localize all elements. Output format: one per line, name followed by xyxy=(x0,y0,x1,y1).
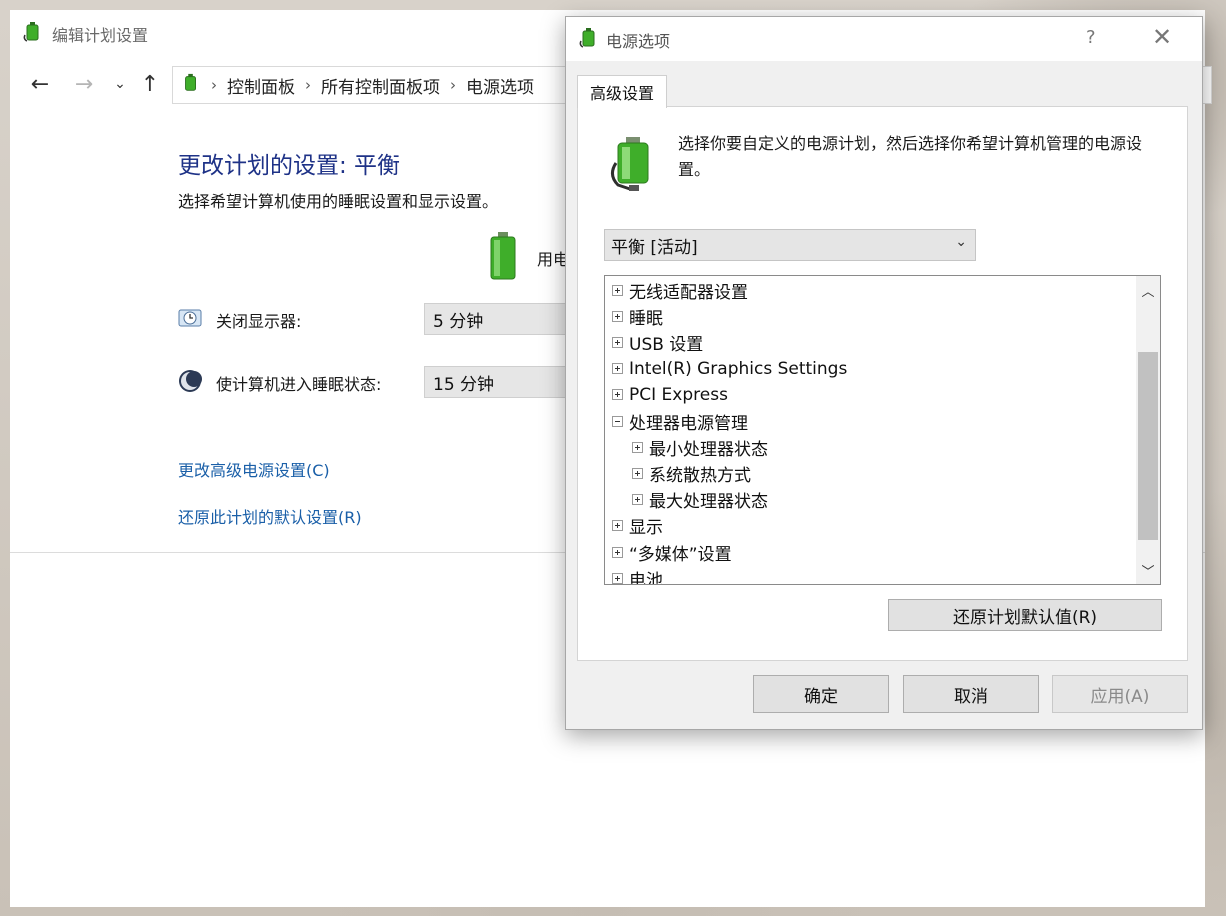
tree-item-label: “多媒体”设置 xyxy=(629,544,732,565)
tree-item-label: 电池 xyxy=(629,570,663,585)
expand-plus-icon[interactable] xyxy=(612,546,623,558)
tree-item-label: PCI Express xyxy=(629,384,728,405)
restore-plan-defaults-button[interactable]: 还原计划默认值(R) xyxy=(888,599,1162,631)
breadcrumb-separator-icon: › xyxy=(211,76,217,94)
tree-item-label: 最大处理器状态 xyxy=(649,492,768,513)
window-titlebar: 编辑计划设置 xyxy=(22,22,148,46)
up-arrow-icon[interactable]: ↑ xyxy=(136,62,164,106)
close-icon[interactable]: ✕ xyxy=(1152,23,1172,51)
chevron-down-icon: ⌄ xyxy=(955,234,967,250)
power-options-dialog: 电源选项 ? ✕ 高级设置 选择你要自定义的电源计划，然后选择你希望计算机管理的… xyxy=(565,16,1203,730)
dialog-title-group: 电源选项 xyxy=(578,27,670,53)
apply-button[interactable]: 应用(A) xyxy=(1052,675,1188,713)
intro-text: 选择你要自定义的电源计划，然后选择你希望计算机管理的电源设置。 xyxy=(678,134,1143,179)
collapse-minus-icon[interactable] xyxy=(612,415,623,427)
expand-plus-icon[interactable] xyxy=(612,363,623,375)
ok-button[interactable]: 确定 xyxy=(753,675,889,713)
tree-item-label: 睡眠 xyxy=(629,308,663,329)
tree-item-label: 最小处理器状态 xyxy=(649,439,768,460)
tree-item[interactable]: 睡眠 xyxy=(612,303,663,329)
tree-item[interactable]: 处理器电源管理 xyxy=(612,408,748,434)
monitor-clock-icon xyxy=(178,306,202,334)
expand-plus-icon[interactable] xyxy=(612,336,623,348)
scroll-down-icon[interactable]: ﹀ xyxy=(1140,560,1156,580)
battery-icon xyxy=(488,232,518,284)
tree-item[interactable]: 最大处理器状态 xyxy=(632,487,768,513)
expand-plus-icon[interactable] xyxy=(632,467,643,479)
settings-tree[interactable]: 无线适配器设置 睡眠 USB 设置 Intel(R) Graphics Setting… xyxy=(604,275,1161,585)
dialog-title: 电源选项 xyxy=(606,32,671,51)
breadcrumb-item-all-items[interactable]: 所有控制面板项 xyxy=(321,73,440,98)
page-description: 选择希望计算机使用的睡眠设置和显示设置。 xyxy=(178,192,499,211)
display-off-row: 关闭显示器: 5 分钟 xyxy=(178,303,584,337)
tree-item[interactable]: Intel(R) Graphics Settings xyxy=(612,356,847,382)
tree-item-label: 无线适配器设置 xyxy=(629,282,748,303)
tree-item-label: USB 设置 xyxy=(629,334,704,355)
tree-item[interactable]: USB 设置 xyxy=(612,329,703,355)
dialog-titlebar: 电源选项 ? ✕ xyxy=(566,17,1202,61)
back-arrow-icon[interactable]: ← xyxy=(26,62,54,106)
restore-defaults-link[interactable]: 还原此计划的默认设置(R) xyxy=(178,504,362,528)
watermark: 电脑装配网 xyxy=(1142,882,1197,895)
tree-item[interactable]: 显示 xyxy=(612,513,663,539)
expand-plus-icon[interactable] xyxy=(612,572,623,584)
battery-plug-icon xyxy=(610,135,662,195)
tree-item[interactable]: 电池 xyxy=(612,565,663,585)
expand-plus-icon[interactable] xyxy=(612,310,623,322)
power-options-icon xyxy=(22,21,44,47)
expand-plus-icon[interactable] xyxy=(632,441,643,453)
display-off-label: 关闭显示器: xyxy=(216,312,302,331)
tree-item[interactable]: 最小处理器状态 xyxy=(632,434,768,460)
cancel-button[interactable]: 取消 xyxy=(903,675,1039,713)
tree-item[interactable]: 系统散热方式 xyxy=(632,460,751,486)
breadcrumb-separator-icon: › xyxy=(450,76,456,94)
display-off-select[interactable]: 5 分钟 xyxy=(424,303,584,335)
control-panel-icon xyxy=(181,73,201,98)
scroll-up-icon[interactable]: ︿ xyxy=(1140,280,1156,300)
advanced-settings-panel: 选择你要自定义的电源计划，然后选择你希望计算机管理的电源设置。 平衡 [活动] … xyxy=(577,106,1188,661)
expand-plus-icon[interactable] xyxy=(632,494,643,506)
expand-plus-icon[interactable] xyxy=(612,389,623,401)
power-plan-select[interactable]: 平衡 [活动] ⌄ xyxy=(604,229,976,261)
tree-item[interactable]: PCI Express xyxy=(612,382,728,408)
page-title: 更改计划的设置: 平衡 xyxy=(178,153,401,179)
power-options-icon xyxy=(578,27,600,53)
expand-plus-icon[interactable] xyxy=(612,520,623,532)
recent-locations-chevron-icon[interactable]: ⌄ xyxy=(106,62,134,106)
expand-plus-icon[interactable] xyxy=(612,284,623,296)
change-advanced-settings-link[interactable]: 更改高级电源设置(C) xyxy=(178,457,330,481)
breadcrumb-separator-icon: › xyxy=(305,76,311,94)
help-icon[interactable]: ? xyxy=(1086,27,1096,48)
tree-item-label: 处理器电源管理 xyxy=(629,413,748,434)
tree-item-label: 系统散热方式 xyxy=(649,465,751,486)
sleep-label: 使计算机进入睡眠状态: xyxy=(216,375,382,394)
tree-item-label: Intel(R) Graphics Settings xyxy=(629,358,848,379)
scrollbar-thumb[interactable] xyxy=(1138,352,1158,540)
tree-item[interactable]: “多媒体”设置 xyxy=(612,539,732,565)
tab-advanced-settings[interactable]: 高级设置 xyxy=(577,75,667,108)
sleep-row: 使计算机进入睡眠状态: 15 分钟 xyxy=(178,366,584,400)
forward-arrow-icon[interactable]: → xyxy=(70,62,98,106)
tree-item[interactable]: 无线适配器设置 xyxy=(612,277,748,303)
scrollbar[interactable]: ︿ ﹀ xyxy=(1136,276,1160,584)
breadcrumb-item-power-options[interactable]: 电源选项 xyxy=(466,73,534,98)
sleep-select[interactable]: 15 分钟 xyxy=(424,366,584,398)
breadcrumb-item-control-panel[interactable]: 控制面板 xyxy=(227,73,295,98)
moon-sleep-icon xyxy=(178,369,202,397)
tree-item-label: 显示 xyxy=(629,518,663,539)
power-plan-value: 平衡 [活动] xyxy=(611,237,698,258)
window-title: 编辑计划设置 xyxy=(52,26,149,45)
